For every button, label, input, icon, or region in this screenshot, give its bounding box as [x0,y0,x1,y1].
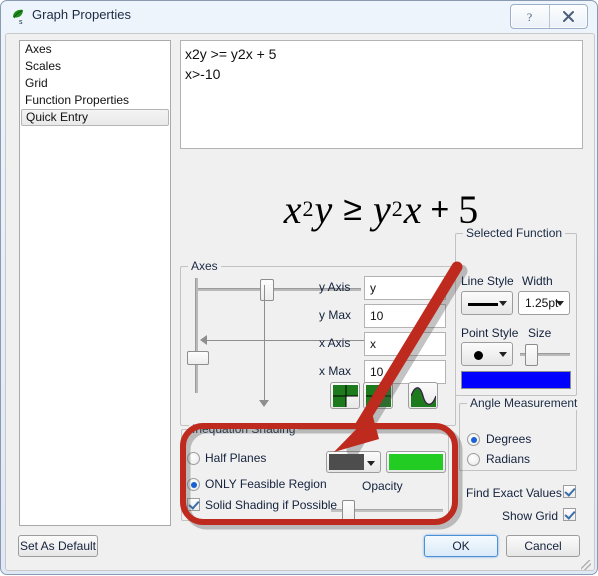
checkbox-solid-shading[interactable] [187,498,200,511]
settings-category-list[interactable]: Axes Scales Grid Function Properties Qui… [19,40,171,526]
x-max-input[interactable] [364,360,446,384]
radians-label: Radians [486,452,531,466]
selected-function-group-title: Selected Function [463,226,566,240]
quick-entry-line-2: x>-10 [185,66,221,82]
cancel-button[interactable]: Cancel [506,535,580,557]
formula-rhs-exponent: 2 [391,196,404,221]
preview-x-axis-left-arrow [200,335,207,345]
x-range-slider-thumb[interactable] [260,279,274,301]
chevron-down-icon [556,301,564,306]
help-button[interactable]: ? [511,5,549,28]
axes-group-title: Axes [188,259,221,273]
svg-text:s: s [19,19,23,25]
x-max-label: x Max [319,364,352,378]
preview-y-axis-line [264,285,265,405]
line-width-dropdown[interactable]: 1.25pt [518,291,570,315]
radio-degrees[interactable] [467,433,480,446]
opacity-slider-thumb[interactable] [342,500,355,522]
point-style-label: Point Style [461,326,519,340]
line-style-dropdown[interactable] [461,291,513,315]
y-range-slider-track[interactable] [195,278,198,393]
full-grid-icon[interactable] [363,382,393,409]
chevron-down-icon [499,352,507,357]
point-style-dropdown[interactable] [461,342,513,366]
checkbox-show-grid[interactable] [563,508,576,521]
line-width-value: 1.25pt [525,296,559,310]
y-axis-input[interactable] [364,276,446,300]
line-style-label: Line Style [461,274,514,288]
leaf-icon: s [10,8,28,26]
x-axis-input[interactable] [364,332,446,356]
radio-only-feasible-region[interactable] [187,478,200,491]
title-bar-buttons: ? [510,4,588,29]
inequation-shading-group-title: Inequation Shading [189,422,299,436]
find-exact-values-label: Find Exact Values [466,486,562,500]
half-grid-icon[interactable] [330,382,360,409]
solid-shading-label: Solid Shading if Possible [205,498,338,512]
y-range-slider-thumb[interactable] [187,351,209,365]
formula-rhs-base: y [372,186,392,232]
y-max-label: y Max [319,308,352,322]
degrees-label: Degrees [486,432,532,446]
resize-grip[interactable] [581,560,591,570]
formula-operator: ≥ [343,189,363,228]
shade-color-swatch [329,454,364,470]
title-bar: s Graph Properties ? [1,1,597,31]
point-size-label: Size [528,326,552,340]
formula-lhs-exponent: 2 [302,196,315,221]
filled-dot-icon [474,351,483,360]
formula-rhs-var: x [403,186,423,232]
radio-radians[interactable] [467,453,480,466]
quick-entry-line-1: x2y >= y2x + 5 [185,46,277,62]
width-label: Width [522,274,553,288]
sidebar-item-quick-entry[interactable]: Quick Entry [21,109,169,126]
radio-half-planes[interactable] [187,452,200,465]
highlight-color-swatch [389,454,443,470]
formula-lhs-var: y [314,186,334,232]
shade-color-dropdown[interactable] [326,451,381,473]
y-axis-label: y Axis [319,280,351,294]
graph-properties-window: s Graph Properties ? Axes Scales Grid Fu… [0,0,598,575]
half-planes-label: Half Planes [205,451,267,465]
preview-y-axis-down-arrow [259,400,269,407]
close-icon[interactable] [548,5,588,28]
svg-text:?: ? [527,10,532,24]
point-size-slider-thumb[interactable] [525,344,538,366]
sidebar-item-function-properties[interactable]: Function Properties [20,92,170,109]
window-title: Graph Properties [32,7,131,22]
angle-measurement-group-title: Angle Measurement [467,396,581,410]
quick-entry-textarea[interactable]: x2y >= y2x + 5 x>-10 [180,40,583,149]
sidebar-item-scales[interactable]: Scales [20,58,170,75]
sidebar-item-axes[interactable]: Axes [20,41,170,58]
chevron-down-icon [367,461,375,466]
sidebar-item-grid[interactable]: Grid [20,75,170,92]
y-max-input[interactable] [364,304,446,328]
ok-button[interactable]: OK [424,535,498,557]
only-feasible-region-label: ONLY Feasible Region [205,477,327,491]
chevron-down-icon [499,301,507,306]
opacity-label: Opacity [362,479,403,493]
solid-line-icon [468,303,498,306]
set-as-default-button[interactable]: Set As Default [18,535,98,557]
x-axis-label: x Axis [319,336,351,350]
function-color-swatch[interactable] [461,371,571,389]
checkbox-find-exact-values[interactable] [563,485,576,498]
formula-plus-sign: + [430,190,451,227]
formula-lhs-base: x [283,186,303,232]
sine-wave-icon[interactable] [408,382,438,409]
show-grid-label: Show Grid [502,509,559,523]
highlight-color-button[interactable] [386,451,446,473]
